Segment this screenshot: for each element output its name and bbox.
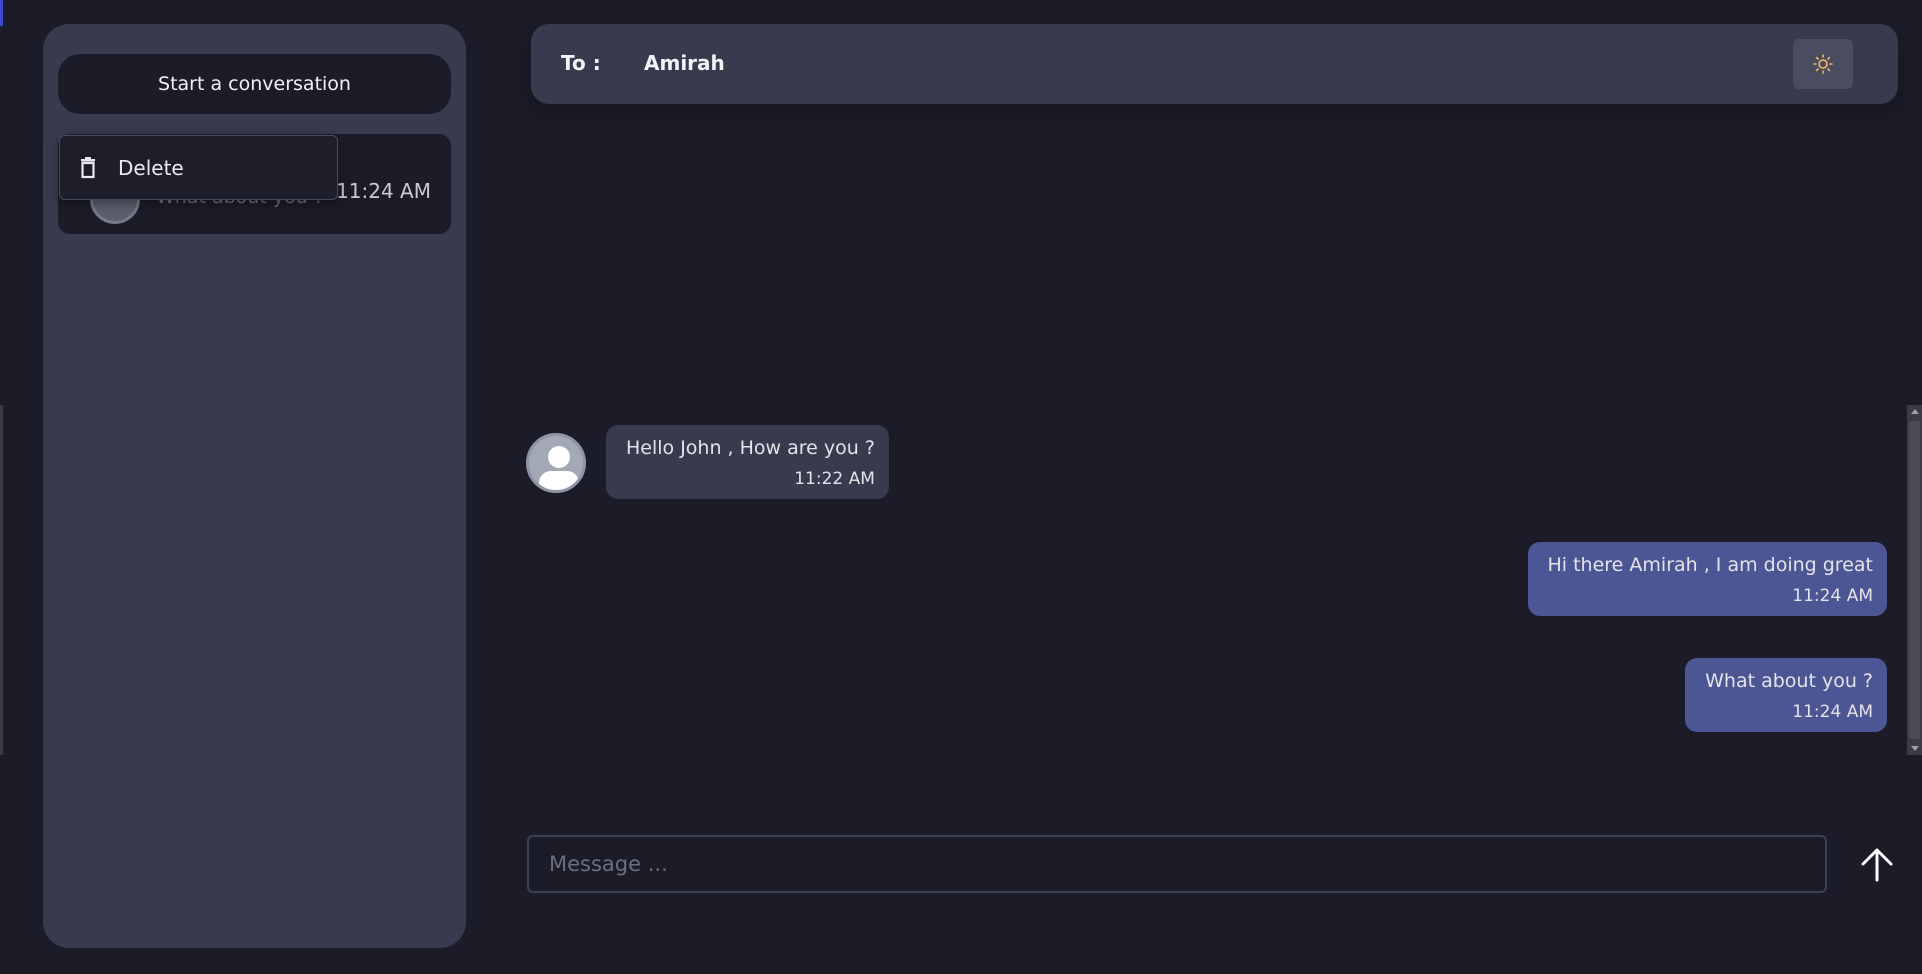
message-time: 11:24 AM (1792, 702, 1873, 722)
delete-label: Delete (118, 155, 184, 180)
message-text: What about you ? (1705, 670, 1873, 692)
message-input[interactable] (527, 835, 1827, 893)
scroll-up-icon[interactable] (1911, 409, 1919, 414)
arrow-up-icon (1859, 847, 1895, 883)
message-bubble-outgoing: Hi there Amirah , I am doing great 11:24… (1527, 542, 1887, 616)
scrollbar-thumb[interactable] (1909, 421, 1920, 739)
theme-toggle-button[interactable] (1793, 39, 1853, 89)
message-row: Hi there Amirah , I am doing great 11:24… (1527, 542, 1887, 616)
start-conversation-button[interactable]: Start a conversation (58, 54, 451, 114)
to-label: To : (561, 51, 601, 75)
conversation-time: 11:24 AM (336, 179, 431, 203)
message-list: Hello John , How are you ? 11:22 AM Hi t… (520, 110, 1890, 760)
message-time: 11:22 AM (794, 469, 875, 489)
message-row: What about you ? 11:24 AM (1685, 658, 1887, 732)
recipient-name: Amirah (644, 51, 725, 75)
avatar (526, 433, 586, 493)
edge-accent (0, 0, 3, 26)
message-text: Hello John , How are you ? (626, 437, 875, 459)
trash-icon (78, 156, 98, 179)
message-bubble-incoming: Hello John , How are you ? 11:22 AM (606, 425, 889, 499)
message-text: Hi there Amirah , I am doing great (1547, 554, 1874, 576)
send-button[interactable] (1852, 840, 1902, 890)
context-menu-delete[interactable]: Delete (59, 135, 338, 200)
edge-divider (0, 405, 3, 755)
message-time: 11:24 AM (1792, 586, 1873, 606)
chat-app: Start a conversation What about you ? 11… (0, 0, 1922, 974)
chat-header: To : Amirah (531, 24, 1898, 104)
sun-icon (1813, 54, 1833, 74)
message-scrollbar[interactable] (1907, 405, 1922, 755)
message-bubble-outgoing: What about you ? 11:24 AM (1685, 658, 1887, 732)
scroll-down-icon[interactable] (1911, 746, 1919, 751)
message-row: Hello John , How are you ? 11:22 AM (526, 425, 889, 499)
